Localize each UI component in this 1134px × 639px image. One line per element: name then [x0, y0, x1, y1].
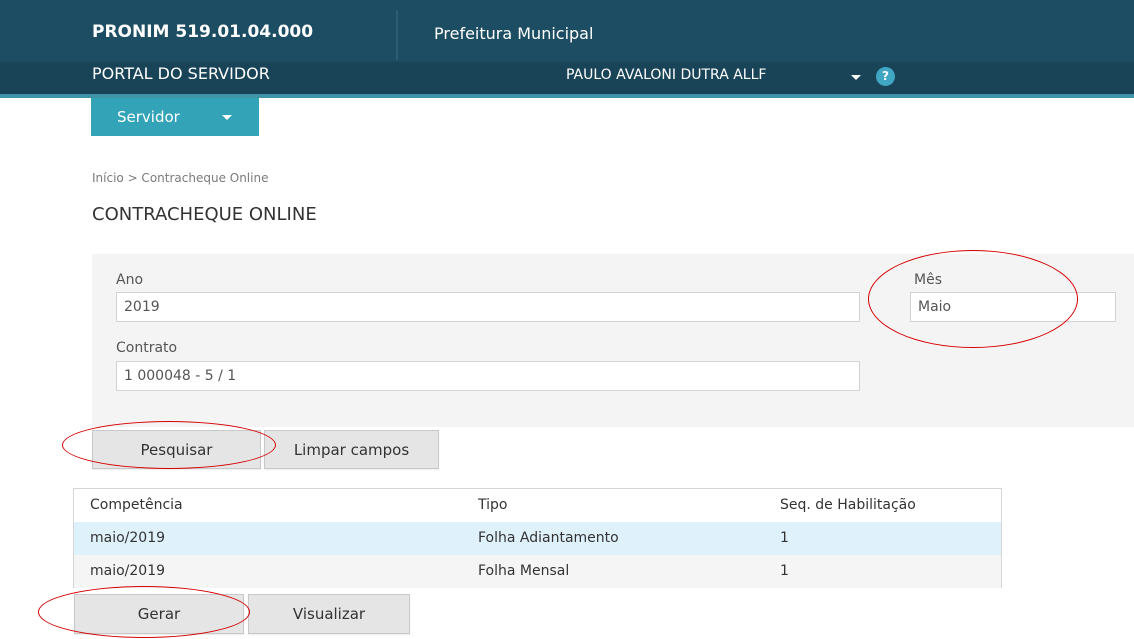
product-version: PRONIM 519.01.04.000 [92, 22, 314, 42]
row-tipo: Folha Adiantamento [478, 530, 619, 546]
row-seq-habilitacao: 1 [780, 530, 789, 546]
pesquisar-annotation-ellipse [62, 421, 276, 469]
ano-value: 2019 [124, 299, 160, 315]
breadcrumb: Início > Contracheque Online [92, 171, 269, 185]
limpar-campos-button[interactable]: Limpar campos [264, 430, 439, 469]
ano-label: Ano [116, 272, 144, 288]
visualizar-label: Visualizar [292, 605, 366, 623]
grid-header-row: Competência Tipo Seq. de Habilitação [74, 489, 1001, 522]
help-icon[interactable]: ? [876, 67, 895, 86]
table-row[interactable]: maio/2019 Folha Adiantamento 1 [74, 522, 1001, 555]
user-menu-name[interactable]: PAULO AVALONI DUTRA ALLF [566, 67, 766, 83]
header-divider [396, 10, 398, 60]
page-title: CONTRACHEQUE ONLINE [92, 204, 317, 225]
row-seq-habilitacao: 1 [780, 563, 789, 579]
row-competencia: maio/2019 [90, 530, 166, 546]
servidor-chevron-icon [222, 115, 232, 120]
row-competencia: maio/2019 [90, 563, 166, 579]
contrato-input[interactable]: 1 000048 - 5 / 1 [116, 361, 860, 391]
contrato-label: Contrato [116, 340, 178, 356]
limpar-campos-label: Limpar campos [293, 440, 410, 459]
column-header-competencia[interactable]: Competência [90, 497, 183, 513]
mes-annotation-ellipse [868, 250, 1078, 348]
column-header-seq-habilitacao[interactable]: Seq. de Habilitação [780, 497, 916, 513]
servidor-menu-label: Servidor [117, 108, 180, 126]
ano-input[interactable]: 2019 [116, 292, 860, 322]
portal-title: PORTAL DO SERVIDOR [92, 64, 270, 83]
user-menu-chevron-icon[interactable] [851, 75, 861, 80]
servidor-menu-button[interactable]: Servidor [91, 98, 259, 136]
row-tipo: Folha Mensal [478, 563, 570, 579]
contrato-value: 1 000048 - 5 / 1 [124, 368, 237, 384]
organization-name: Prefeitura Municipal [434, 24, 594, 43]
visualizar-button[interactable]: Visualizar [248, 594, 410, 634]
gerar-annotation-ellipse [38, 586, 250, 638]
contracheque-results-grid: Competência Tipo Seq. de Habilitação mai… [73, 488, 1002, 588]
column-header-tipo[interactable]: Tipo [478, 497, 507, 513]
table-row[interactable]: maio/2019 Folha Mensal 1 [74, 555, 1001, 588]
